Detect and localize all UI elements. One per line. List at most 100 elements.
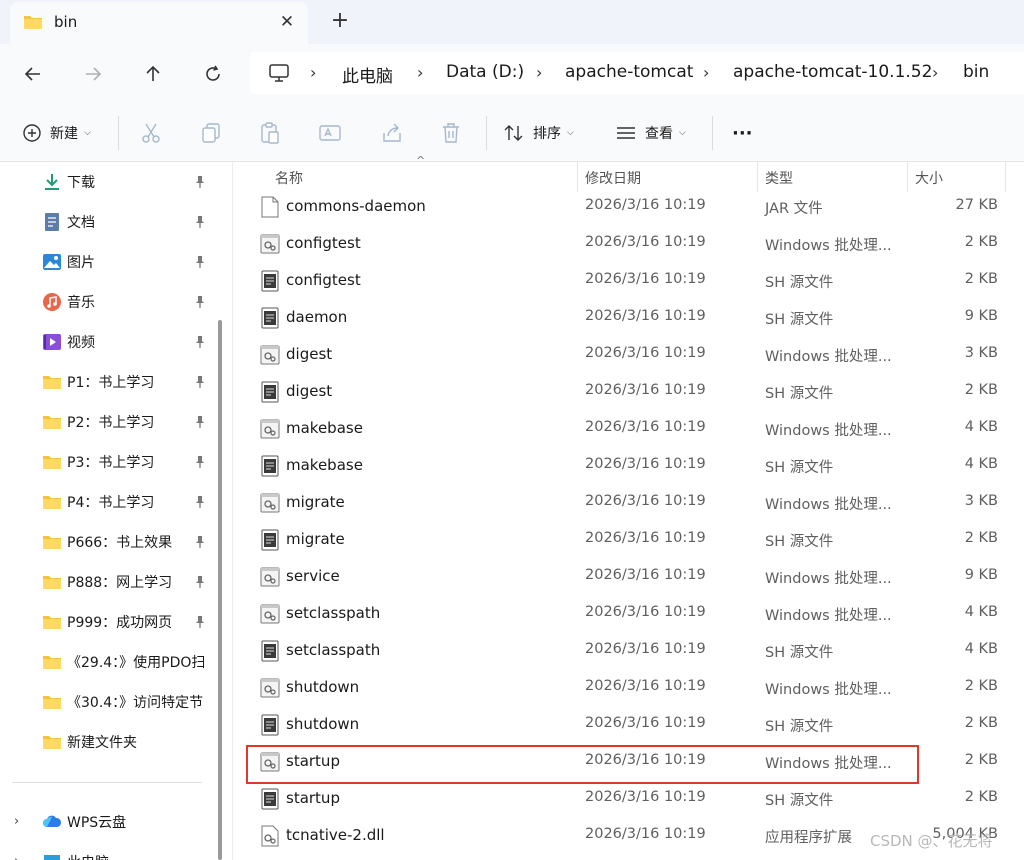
file-row[interactable]: setclasspath 2026/3/16 10:19 SH 源文件 4 KB	[243, 632, 1013, 669]
folder-icon	[42, 412, 62, 432]
file-row[interactable]: digest 2026/3/16 10:19 Windows 批处理... 3 KB	[243, 336, 1013, 373]
close-icon[interactable]: ✕	[276, 11, 298, 33]
sidebar-item[interactable]: 下载	[0, 162, 216, 202]
file-row[interactable]: makebase 2026/3/16 10:19 Windows 批处理... 4 K…	[243, 410, 1013, 447]
column-header-size[interactable]: 大小	[915, 168, 943, 188]
sidebar-item[interactable]: 文档	[0, 202, 216, 242]
chevron-right-icon: ›	[417, 63, 424, 82]
sh-file-icon	[260, 270, 280, 292]
file-date: 2026/3/16 10:19	[585, 567, 706, 583]
column-header-type[interactable]: 类型	[765, 168, 793, 188]
file-row[interactable]: migrate 2026/3/16 10:19 Windows 批处理... 3 KB	[243, 484, 1013, 521]
sidebar-item[interactable]: P2：书上学习	[0, 402, 216, 442]
sidebar-item[interactable]: 音乐	[0, 282, 216, 322]
file-row[interactable]: configtest 2026/3/16 10:19 Windows 批处理... 2…	[243, 225, 1013, 262]
sidebar-item[interactable]: 《30.4：》访问特定节	[0, 682, 216, 722]
command-bar: 新建 ⌵ 排序 ⌵ 查看 ⌵ ···	[0, 104, 1024, 162]
sidebar-item[interactable]: P888：网上学习	[0, 562, 216, 602]
file-type: 应用程序扩展	[765, 830, 852, 846]
folder-icon	[42, 452, 62, 472]
batch-file-icon	[260, 418, 280, 440]
file-name: service	[286, 567, 340, 585]
breadcrumb-this-pc[interactable]: 此电脑	[342, 62, 393, 87]
breadcrumb-apache-tomcat-version[interactable]: apache-tomcat-10.1.52	[733, 62, 932, 82]
sidebar-item[interactable]: P999：成功网页	[0, 602, 216, 642]
more-options-button[interactable]: ···	[732, 120, 753, 146]
file-row[interactable]: configtest 2026/3/16 10:19 SH 源文件 2 KB	[243, 262, 1013, 299]
sort-icon	[504, 125, 523, 141]
breadcrumb-bin[interactable]: bin	[963, 62, 989, 82]
sidebar-item[interactable]: P1：书上学习	[0, 362, 216, 402]
breadcrumb-data-drive[interactable]: Data (D:)	[446, 62, 524, 82]
tab-bin[interactable]: bin ✕	[10, 2, 308, 44]
sort-button[interactable]: 排序 ⌵	[503, 120, 574, 146]
file-row[interactable]: daemon 2026/3/16 10:19 SH 源文件 9 KB	[243, 299, 1013, 336]
cut-icon[interactable]	[139, 121, 163, 145]
navigation-bar: › 此电脑 › Data (D:) › apache-tomcat › apac…	[0, 44, 1024, 104]
sh-file-icon	[260, 455, 280, 477]
file-size: 3 KB	[964, 493, 998, 509]
sidebar-item[interactable]: 新建文件夹	[0, 722, 216, 762]
file-name: makebase	[286, 456, 363, 474]
file-row[interactable]: migrate 2026/3/16 10:19 SH 源文件 2 KB	[243, 521, 1013, 558]
back-button[interactable]	[17, 58, 49, 90]
file-type: Windows 批处理...	[765, 571, 892, 587]
file-date: 2026/3/16 10:19	[585, 493, 706, 509]
sidebar-item-this-pc[interactable]: › 此电脑	[0, 842, 216, 860]
paste-icon[interactable]	[258, 121, 282, 145]
sidebar-item-wps[interactable]: › WPS云盘	[0, 802, 216, 842]
file-row[interactable]: setclasspath 2026/3/16 10:19 Windows 批处理..…	[243, 595, 1013, 632]
share-icon[interactable]	[380, 121, 404, 145]
chevron-right-icon[interactable]: ›	[14, 854, 19, 860]
file-type: SH 源文件	[765, 793, 834, 809]
chevron-right-icon[interactable]: ›	[14, 814, 19, 829]
rename-icon[interactable]	[318, 121, 342, 145]
folder-icon	[24, 16, 42, 29]
batch-file-icon	[260, 344, 280, 366]
sidebar-item[interactable]: 图片	[0, 242, 216, 282]
file-name: configtest	[286, 271, 361, 289]
sidebar-item[interactable]: P4：书上学习	[0, 482, 216, 522]
file-type: SH 源文件	[765, 719, 834, 735]
sidebar-item[interactable]: 视频	[0, 322, 216, 362]
file-row[interactable]: startup 2026/3/16 10:19 SH 源文件 2 KB	[243, 780, 1013, 817]
view-label: 查看	[645, 126, 673, 142]
pin-icon	[193, 494, 207, 508]
refresh-button[interactable]	[197, 58, 229, 90]
file-row[interactable]: service 2026/3/16 10:19 Windows 批处理... 9 KB	[243, 558, 1013, 595]
column-header-name[interactable]: 名称	[275, 168, 303, 188]
sidebar-item-label: WPS云盘	[67, 815, 127, 831]
delete-icon[interactable]	[439, 121, 463, 145]
up-button[interactable]	[137, 58, 169, 90]
jar-file-icon	[260, 196, 280, 218]
new-button[interactable]: 新建 ⌵	[22, 120, 91, 146]
new-tab-button[interactable]: +	[328, 9, 352, 33]
file-row[interactable]: commons-daemon 2026/3/16 10:19 JAR 文件 27 KB	[243, 188, 1013, 225]
sidebar-item[interactable]: P3：书上学习	[0, 442, 216, 482]
sidebar-item-label: P2：书上学习	[67, 415, 155, 431]
sidebar-scrollbar[interactable]	[218, 320, 222, 860]
view-button[interactable]: 查看 ⌵	[615, 120, 686, 146]
file-row[interactable]: shutdown 2026/3/16 10:19 Windows 批处理... 2 K…	[243, 669, 1013, 706]
batch-file-icon	[260, 677, 280, 699]
sidebar-item[interactable]: P666：书上效果	[0, 522, 216, 562]
copy-icon[interactable]	[199, 121, 223, 145]
column-header-date[interactable]: 修改日期	[585, 168, 641, 188]
file-type: SH 源文件	[765, 645, 834, 661]
divider	[118, 116, 119, 150]
folder-icon	[42, 492, 62, 512]
file-row[interactable]: digest 2026/3/16 10:19 SH 源文件 2 KB	[243, 373, 1013, 410]
sidebar-item[interactable]: 《29.4：》使用PDO扫	[0, 642, 216, 682]
file-name: shutdown	[286, 715, 360, 733]
sidebar-item-label: 视频	[67, 335, 95, 351]
sh-file-icon	[260, 381, 280, 403]
file-size: 3 KB	[964, 345, 998, 361]
navigation-pane: › WPS云盘 › 此电脑 下载文档图片音乐视频 P1：书上学习 P2：书上学习 P3…	[0, 162, 232, 860]
file-date: 2026/3/16 10:19	[585, 419, 706, 435]
file-row[interactable]: makebase 2026/3/16 10:19 SH 源文件 4 KB	[243, 447, 1013, 484]
breadcrumb-apache-tomcat[interactable]: apache-tomcat	[565, 62, 693, 82]
forward-button[interactable]	[77, 58, 109, 90]
address-bar[interactable]: › 此电脑 › Data (D:) › apache-tomcat › apac…	[250, 52, 1024, 94]
file-row[interactable]: shutdown 2026/3/16 10:19 SH 源文件 2 KB	[243, 706, 1013, 743]
sidebar-item-label: 下载	[67, 175, 95, 191]
